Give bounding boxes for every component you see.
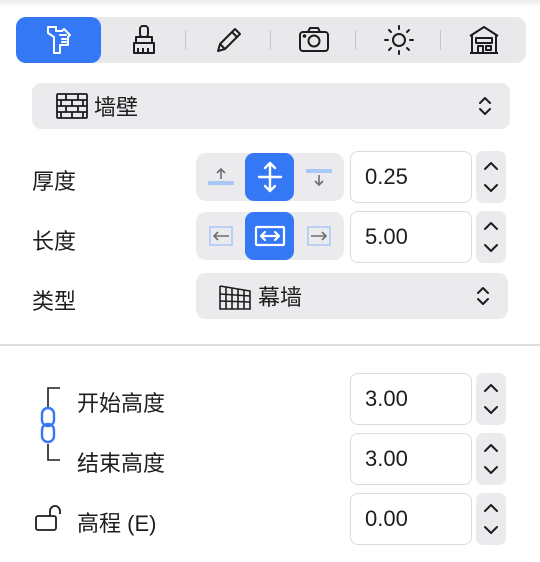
align-right-button[interactable]	[294, 212, 343, 260]
building-properties-icon	[46, 26, 71, 54]
inspector-toolbar	[16, 17, 526, 63]
thickness-align-control	[196, 153, 344, 201]
length-label: 长度	[32, 229, 77, 254]
align-left-icon	[208, 226, 233, 246]
chevron-down-icon	[484, 526, 498, 534]
chevron-up-icon	[484, 444, 498, 452]
length-align-control	[196, 212, 344, 260]
chevron-up-icon	[484, 504, 498, 512]
align-bottom-icon	[305, 169, 332, 187]
tab-building[interactable]	[441, 17, 526, 63]
object-type-popup[interactable]: 墙壁	[32, 83, 510, 129]
align-center-icon	[257, 161, 282, 193]
align-right-icon	[306, 226, 331, 246]
thickness-stepper[interactable]	[476, 151, 506, 203]
curtain-wall-icon	[218, 282, 252, 310]
type-label: 类型	[32, 289, 77, 314]
brick-wall-icon	[56, 93, 88, 119]
sun-icon	[383, 25, 414, 55]
length-field[interactable]: 5.00	[350, 211, 472, 263]
chevron-up-icon	[484, 384, 498, 392]
chevron-down-icon	[484, 406, 498, 414]
chevron-down-icon	[484, 244, 498, 252]
align-middle-button[interactable]	[245, 212, 294, 260]
elevation-field[interactable]: 0.00	[350, 493, 472, 545]
start-height-field[interactable]: 3.00	[350, 373, 472, 425]
align-center-button[interactable]	[245, 153, 294, 201]
pencil-icon	[216, 28, 241, 52]
section-divider	[0, 344, 540, 346]
start-height-label: 开始高度	[77, 391, 166, 416]
align-left-button[interactable]	[196, 212, 245, 260]
thickness-label: 厚度	[32, 169, 77, 194]
elevation-label: 高程 (E)	[77, 511, 157, 536]
house-icon	[468, 26, 499, 54]
chevron-up-down-icon	[477, 287, 489, 305]
unlocked-padlock-icon[interactable]	[34, 504, 70, 534]
wall-type-label: 幕墙	[258, 285, 303, 310]
end-height-stepper[interactable]	[476, 433, 506, 485]
align-top-icon	[207, 167, 234, 185]
tab-lighting[interactable]	[356, 17, 441, 63]
end-height-label: 结束高度	[77, 451, 166, 476]
elevation-stepper[interactable]	[476, 493, 506, 545]
thickness-field[interactable]: 0.25	[350, 151, 472, 203]
chevron-up-icon	[484, 222, 498, 230]
wall-type-popup[interactable]: 幕墙	[196, 273, 508, 319]
tab-edit[interactable]	[186, 17, 271, 63]
align-bottom-button[interactable]	[294, 153, 343, 201]
tab-style[interactable]	[101, 17, 186, 63]
chevron-down-icon	[484, 466, 498, 474]
brush-icon	[132, 25, 155, 54]
top-edge	[0, 0, 540, 8]
start-height-stepper[interactable]	[476, 373, 506, 425]
tab-camera[interactable]	[271, 17, 356, 63]
length-stepper[interactable]	[476, 211, 506, 263]
camera-icon	[298, 27, 329, 52]
end-height-field[interactable]: 3.00	[350, 433, 472, 485]
align-top-button[interactable]	[196, 153, 245, 201]
chain-link-icon[interactable]	[38, 386, 68, 466]
align-middle-icon	[254, 225, 285, 247]
chevron-down-icon	[484, 184, 498, 192]
object-type-label: 墙壁	[94, 95, 139, 120]
tab-properties[interactable]	[16, 17, 101, 63]
chevron-up-down-icon	[479, 97, 491, 115]
chevron-up-icon	[484, 162, 498, 170]
